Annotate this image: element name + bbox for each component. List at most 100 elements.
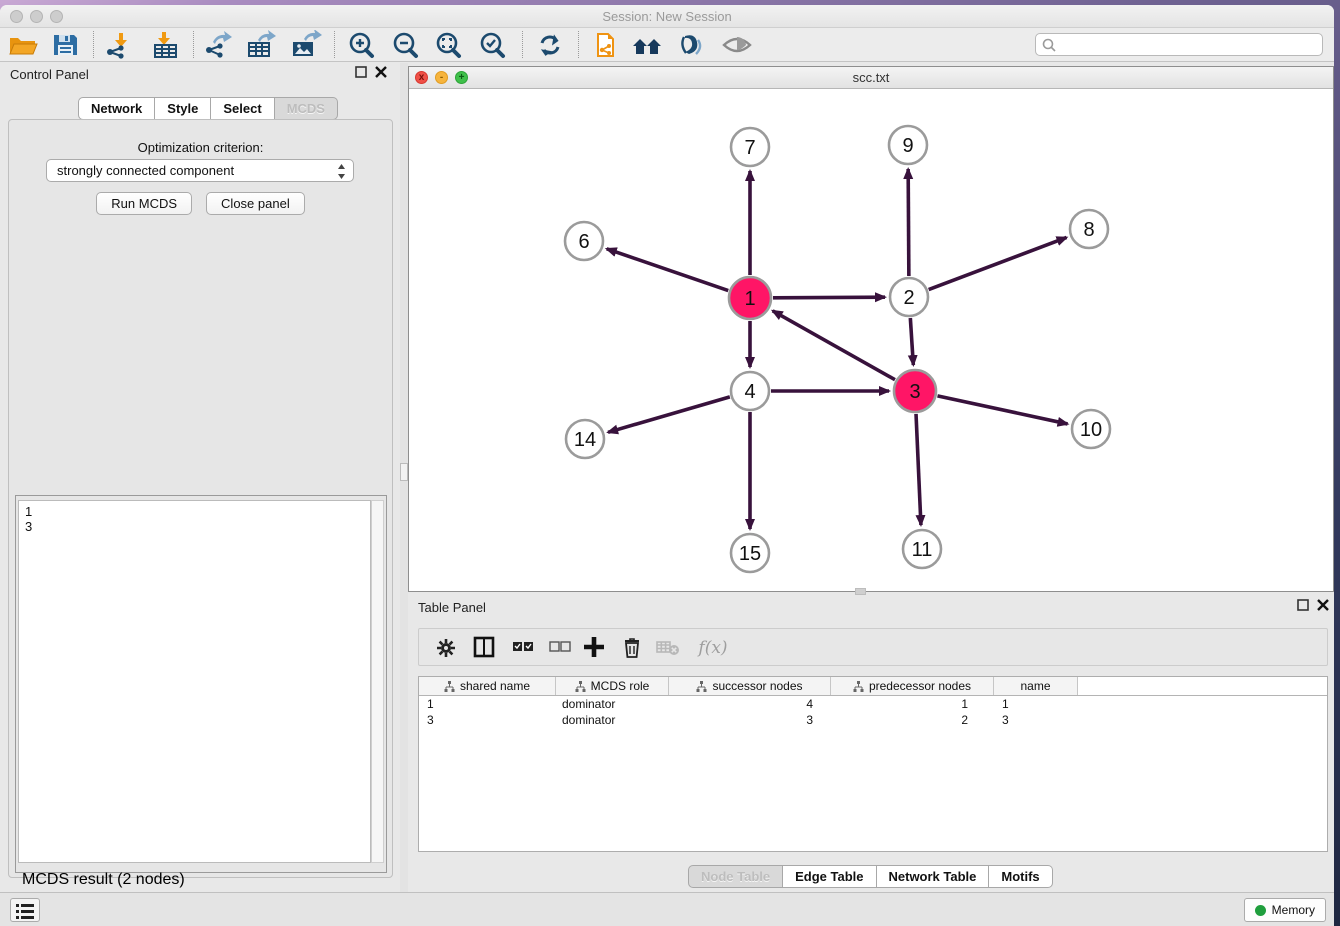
zoom-in-icon[interactable] [345,30,379,60]
horizontal-splitter-grip[interactable] [855,588,866,595]
node-label-4: 4 [744,381,755,403]
search-input[interactable] [1035,33,1323,56]
network-window-titlebar[interactable]: x - + scc.txt [409,67,1333,89]
table-cell[interactable]: dominator [556,712,669,728]
result-scrollbar[interactable] [371,500,384,863]
edge-2-8[interactable] [929,237,1067,289]
show-hide-icon[interactable] [720,30,754,60]
deselect-all-icon[interactable] [546,634,576,662]
tab-style[interactable]: Style [155,97,211,120]
column-header-shared-name[interactable]: shared name [419,677,556,695]
close-window-icon[interactable] [10,10,23,23]
vertical-splitter[interactable] [400,63,408,892]
table-cell[interactable]: 1 [419,696,556,712]
network-minimize-icon[interactable]: - [435,71,448,84]
task-history-button[interactable] [10,898,40,922]
tab-edge-table[interactable]: Edge Table [783,865,876,888]
table-cell[interactable]: 3 [669,712,831,728]
tab-network[interactable]: Network [78,97,155,120]
open-session-icon[interactable] [6,30,40,60]
close-panel-button[interactable]: Close panel [206,192,305,215]
close-table-panel-icon[interactable] [1317,599,1329,611]
toolbar-separator [522,31,523,58]
edge-2-3[interactable] [910,318,913,365]
result-item[interactable]: 1 [25,504,364,519]
zoom-selected-icon[interactable] [476,30,510,60]
float-table-panel-icon[interactable] [1297,599,1309,611]
control-panel-title: Control Panel [10,67,89,82]
import-network-icon[interactable] [103,30,137,60]
column-header-MCDS-role[interactable]: MCDS role [556,677,669,695]
mcds-result-group: MCDS result (2 nodes) 13 [15,495,387,873]
splitter-grip[interactable] [400,463,408,481]
first-neighbors-icon[interactable] [631,30,665,60]
export-image-icon[interactable] [288,30,322,60]
edge-4-14[interactable] [608,397,730,432]
memory-button[interactable]: Memory [1244,898,1326,922]
edge-3-10[interactable] [937,396,1067,424]
run-mcds-button[interactable]: Run MCDS [96,192,192,215]
refresh-icon[interactable] [533,30,567,60]
zoom-out-icon[interactable] [389,30,423,60]
network-close-icon[interactable]: x [415,71,428,84]
app-titlebar[interactable]: Session: New Session [0,5,1334,28]
table-cell[interactable]: 3 [419,712,556,728]
delete-table-icon[interactable] [653,634,683,662]
column-header-predecessor-nodes[interactable]: predecessor nodes [831,677,994,695]
table-options-icon[interactable] [431,634,461,662]
float-panel-icon[interactable] [355,66,367,78]
node-table[interactable]: shared nameMCDS rolesuccessor nodesprede… [418,676,1328,852]
table-cell[interactable]: 1 [831,696,994,712]
clone-network-icon[interactable] [588,30,622,60]
table-cell[interactable]: 4 [669,696,831,712]
table-cell[interactable]: 3 [994,712,1078,728]
mcds-result-list[interactable]: 13 [18,500,371,863]
edge-3-11[interactable] [916,414,921,525]
node-label-1: 1 [744,288,755,310]
tab-motifs[interactable]: Motifs [989,865,1052,888]
tab-mcds[interactable]: MCDS [275,97,338,120]
table-tabs: Node TableEdge TableNetwork TableMotifs [688,865,1053,888]
table-row[interactable]: 1dominator411 [419,696,1327,712]
tab-select[interactable]: Select [211,97,274,120]
column-header-successor-nodes[interactable]: successor nodes [669,677,831,695]
chevron-up-down-icon [337,163,346,186]
minimize-window-icon[interactable] [30,10,43,23]
import-table-icon[interactable] [149,30,183,60]
delete-row-icon[interactable] [617,634,647,662]
table-cell[interactable]: 2 [831,712,994,728]
mcds-panel: Optimization criterion: strongly connect… [8,119,393,878]
sitemap-icon [696,681,707,692]
tab-node-table[interactable]: Node Table [688,865,783,888]
export-table-icon[interactable] [244,30,278,60]
network-graph[interactable]: 7968124314101511 [409,89,1333,591]
close-panel-icon[interactable] [375,66,387,78]
table-row[interactable]: 3dominator323 [419,712,1327,728]
maximize-window-icon[interactable] [50,10,63,23]
tab-network-table[interactable]: Network Table [877,865,990,888]
edge-1-6[interactable] [607,249,729,291]
add-row-icon[interactable] [579,634,609,662]
select-all-icon[interactable] [509,634,539,662]
table-body: 1dominator4113dominator323 [419,696,1327,728]
show-columns-icon[interactable] [469,634,499,662]
edge-3-1[interactable] [773,311,895,380]
function-builder-icon[interactable]: f(x) [691,634,735,662]
edge-2-9[interactable] [908,169,909,276]
edge-1-2[interactable] [773,297,885,298]
apply-style-icon[interactable] [675,30,709,60]
table-cell[interactable]: dominator [556,696,669,712]
optimization-criterion-select[interactable]: strongly connected component [46,159,354,182]
column-header-name[interactable]: name [994,677,1078,695]
network-maximize-icon[interactable]: + [455,71,468,84]
export-network-icon[interactable] [201,30,235,60]
toolbar-separator [93,31,94,58]
sitemap-icon [853,681,864,692]
zoom-fit-icon[interactable] [432,30,466,60]
table-cell[interactable]: 1 [994,696,1078,712]
result-item[interactable]: 3 [25,519,364,534]
optimization-criterion-label: Optimization criterion: [9,140,392,155]
node-label-14: 14 [574,429,596,451]
save-session-icon[interactable] [48,30,82,60]
network-canvas[interactable]: 7968124314101511 [409,89,1333,591]
